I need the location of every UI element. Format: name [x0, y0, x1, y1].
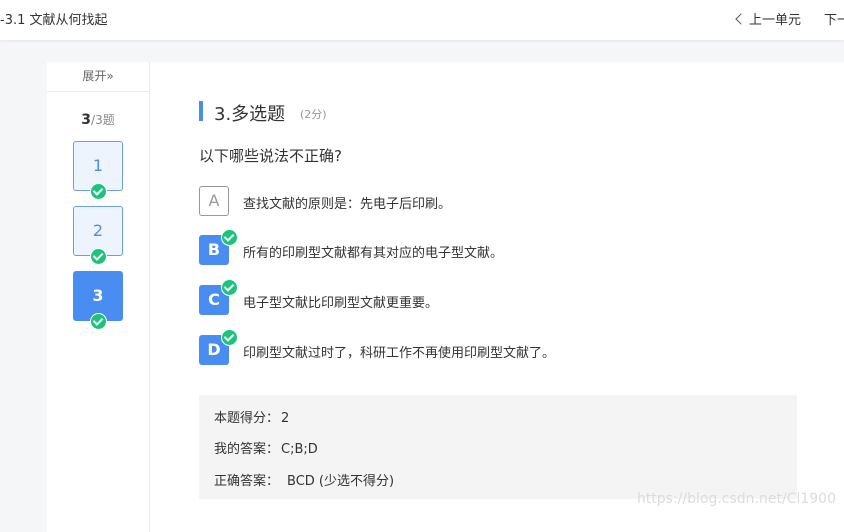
question-score: (2分)	[300, 108, 327, 121]
check-icon	[221, 279, 238, 296]
option-letter-label: D	[207, 340, 221, 359]
question-stem: 以下哪些说法不正确?	[199, 147, 342, 165]
counter-total: /3题	[91, 113, 115, 127]
expand-button[interactable]: 展开»	[47, 62, 149, 92]
score-line: 本题得分： 2	[214, 407, 289, 426]
chevron-left-icon	[735, 13, 747, 25]
correct-answer-label: 正确答案：	[214, 474, 280, 489]
option-letter-selected: D	[199, 329, 238, 365]
top-bar: -3.1 文献从何找起 上一单元 下一	[0, 0, 844, 40]
header-accent-bar	[199, 101, 203, 121]
check-icon	[221, 229, 238, 246]
option-text: 查找文献的原则是：先电子后印刷。	[243, 197, 452, 212]
question-nav-label: 2	[92, 221, 104, 240]
my-answer-line: 我的答案： C;B;D	[214, 438, 318, 457]
prev-unit-label: 上一单元	[749, 13, 802, 28]
check-icon	[221, 329, 238, 346]
check-icon	[90, 248, 107, 265]
next-unit-link[interactable]: 下一	[824, 9, 844, 28]
option-letter-label: C	[208, 290, 220, 309]
score-value: 2	[281, 411, 290, 426]
my-answer-label: 我的答案：	[214, 442, 280, 457]
option-text: 所有的印刷型文献都有其对应的电子型文献。	[243, 246, 504, 261]
question-nav-2[interactable]: 2	[73, 206, 123, 265]
question-navigator: 展开» 3/3题 1 2 3	[47, 62, 150, 532]
score-label: 本题得分：	[214, 411, 280, 426]
option-letter-label: B	[207, 240, 221, 259]
option-letter-selected: C	[199, 279, 238, 315]
question-nav-3[interactable]: 3	[73, 271, 123, 330]
watermark: https://blog.csdn.net/Cl1900	[636, 491, 836, 507]
question-panel: 3.多选题 (2分) 以下哪些说法不正确? A 查找文献的原则是：先电子后印刷。…	[150, 62, 844, 532]
check-icon	[90, 313, 107, 330]
chapter-title: -3.1 文献从何找起	[0, 13, 108, 28]
question-nav-label: 3	[92, 286, 104, 305]
option-letter-selected: B	[199, 229, 238, 265]
correct-answer-line: 正确答案： BCD (少选不得分)	[214, 470, 394, 489]
option-letter: A	[199, 186, 229, 216]
question-title: 3.多选题	[214, 104, 286, 125]
my-answer-value: C;B;D	[281, 442, 318, 457]
question-nav-1[interactable]: 1	[73, 141, 123, 200]
question-nav-label: 1	[92, 156, 104, 175]
option-text: 电子型文献比印刷型文献更重要。	[243, 296, 439, 311]
option-text: 印刷型文献过时了，科研工作不再使用印刷型文献了。	[243, 346, 556, 361]
answer-result-box: 本题得分： 2 我的答案： C;B;D 正确答案： BCD (少选不得分)	[199, 395, 797, 499]
prev-unit-link[interactable]: 上一单元	[735, 9, 802, 28]
check-icon	[90, 183, 107, 200]
correct-answer-value: BCD (少选不得分)	[287, 474, 395, 489]
question-counter: 3/3题	[47, 111, 149, 128]
counter-current: 3	[81, 112, 92, 128]
